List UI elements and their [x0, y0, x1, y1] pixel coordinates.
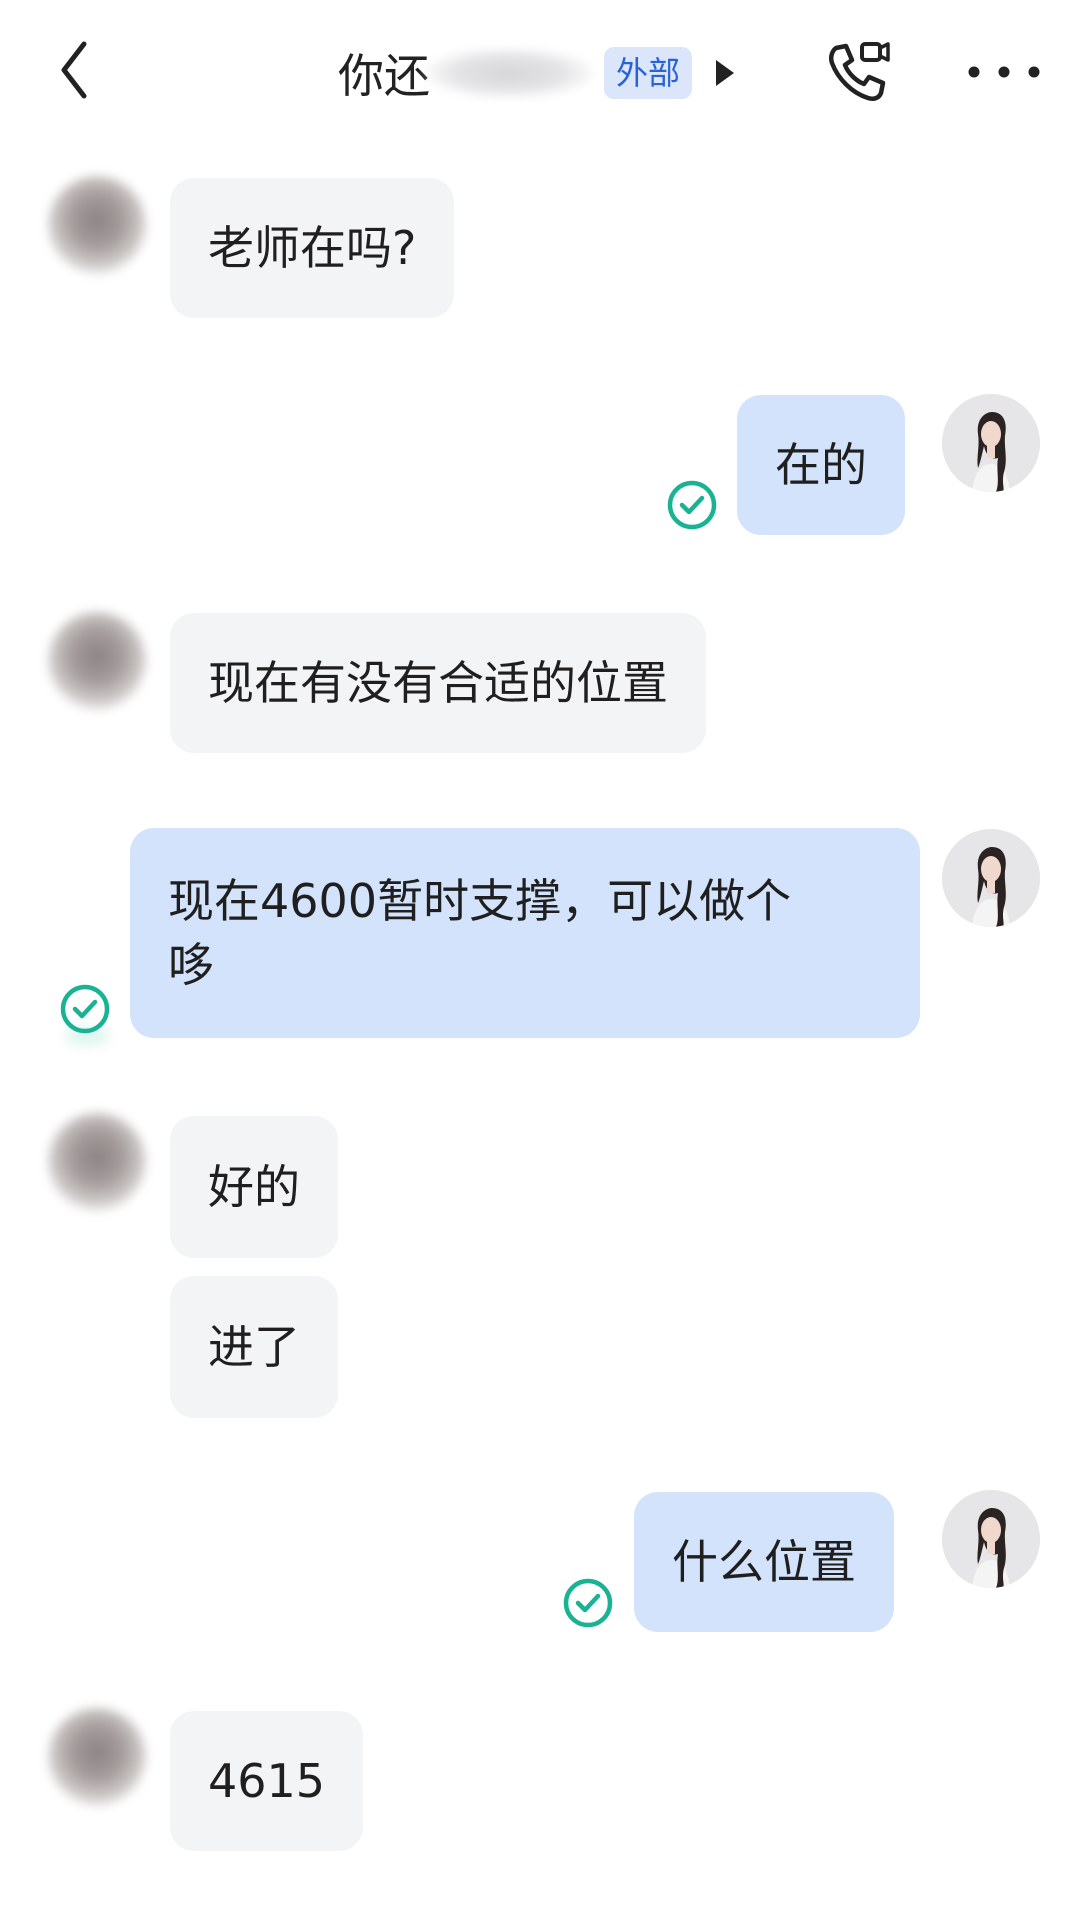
- chat-title[interactable]: 你还 外部: [338, 38, 736, 108]
- more-horizontal-icon: [968, 66, 1040, 78]
- incoming-message[interactable]: 现在有没有合适的位置: [170, 613, 706, 753]
- play-right-icon: [716, 60, 735, 86]
- phone-video-icon: [828, 42, 890, 102]
- message-text: 现在有没有合适的位置: [208, 656, 668, 710]
- external-badge: 外部: [604, 47, 693, 99]
- chevron-left-icon: [61, 41, 87, 99]
- contact-name: 你还: [338, 49, 430, 103]
- outgoing-message[interactable]: 什么位置: [634, 1492, 894, 1632]
- incoming-message[interactable]: 4615: [170, 1711, 364, 1851]
- more-button[interactable]: [966, 54, 1042, 90]
- incoming-message[interactable]: 好的: [170, 1116, 338, 1258]
- message-text: 什么位置: [672, 1535, 856, 1589]
- contact-avatar[interactable]: [48, 1708, 146, 1806]
- my-avatar[interactable]: [942, 1490, 1040, 1588]
- contact-avatar[interactable]: [48, 612, 146, 710]
- outgoing-message[interactable]: 在的: [737, 395, 905, 535]
- incoming-message[interactable]: 老师在吗?: [170, 178, 455, 318]
- read-check-icon: [58, 982, 112, 1036]
- outgoing-message[interactable]: 现在4600暂时支撑，可以做个 哆: [130, 828, 920, 1038]
- message-text: 老师在吗?: [208, 221, 417, 275]
- read-check-icon: [665, 478, 719, 532]
- message-text: 好的: [208, 1160, 300, 1214]
- message-text-line-1: 现在4600暂时支撑，可以做个: [168, 874, 792, 928]
- woman-portrait-icon: [942, 394, 1040, 492]
- incoming-message[interactable]: 进了: [170, 1276, 338, 1418]
- contact-avatar[interactable]: [48, 176, 146, 274]
- contact-avatar[interactable]: [48, 1113, 146, 1211]
- my-avatar[interactable]: [942, 829, 1040, 927]
- read-check-icon: [561, 1576, 615, 1630]
- chat-header: 你还 外部: [0, 0, 1079, 140]
- my-avatar[interactable]: [942, 394, 1040, 492]
- blurred-name: [424, 47, 594, 99]
- message-text-line-2: 哆: [168, 938, 214, 992]
- call-button[interactable]: [822, 36, 894, 108]
- woman-portrait-icon: [942, 829, 1040, 927]
- chat-screen: 你还 外部 老师在吗? 在的 现在有没有合适的位置 现在4600暂时支撑，可以做…: [0, 0, 1079, 1906]
- woman-portrait-icon: [942, 1490, 1040, 1588]
- message-text: 进了: [208, 1320, 300, 1374]
- message-text: 在的: [775, 438, 867, 492]
- message-text: 4615: [208, 1754, 326, 1808]
- back-button[interactable]: [46, 30, 116, 110]
